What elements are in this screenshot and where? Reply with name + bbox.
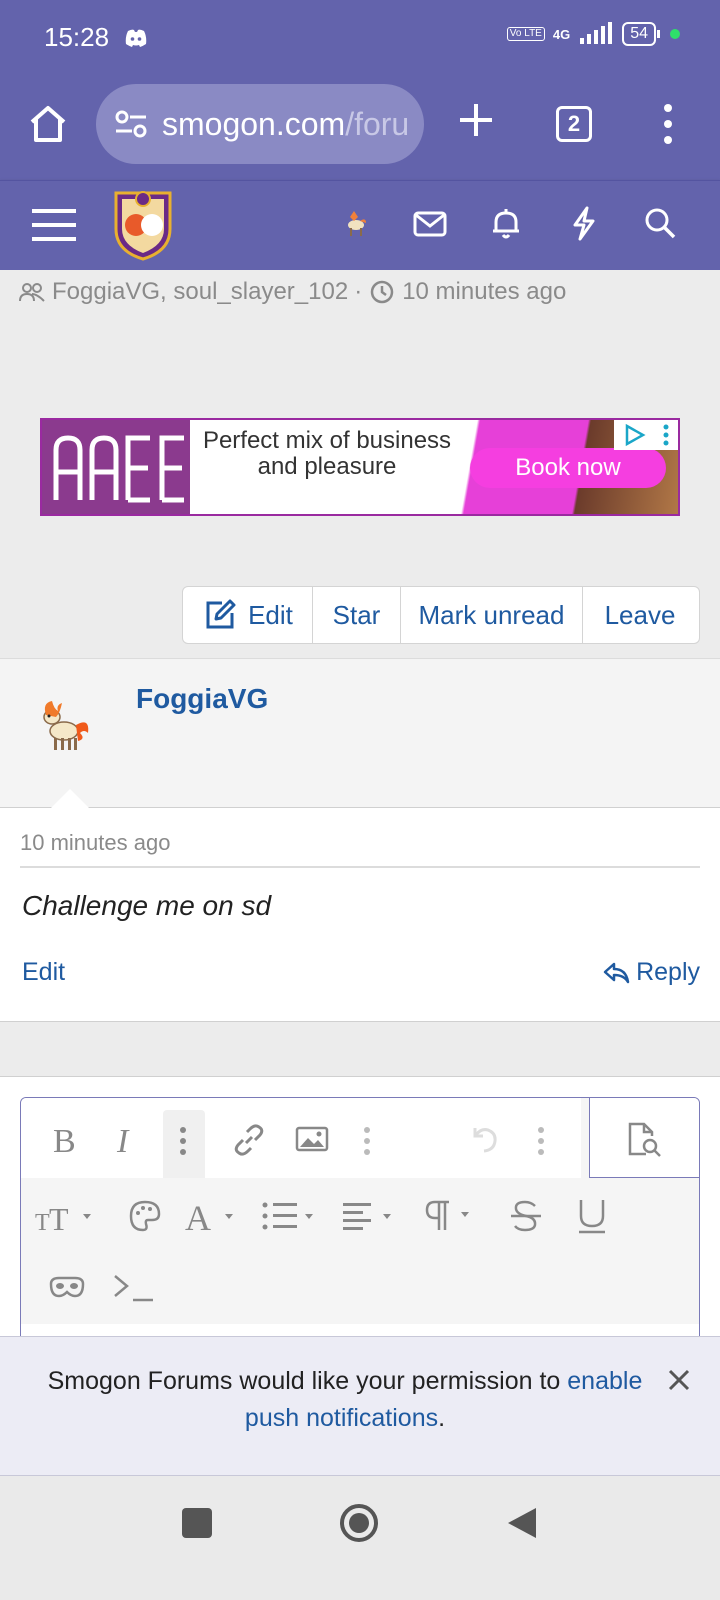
paragraph-icon[interactable] xyxy=(425,1198,479,1234)
bell-icon[interactable] xyxy=(486,203,526,243)
strikethrough-icon[interactable] xyxy=(509,1198,543,1234)
volte-icon: Vo LTE xyxy=(506,27,545,41)
kebab-menu-icon[interactable] xyxy=(660,102,676,146)
list-icon[interactable] xyxy=(261,1200,321,1232)
notice-suffix: . xyxy=(438,1404,446,1432)
code-terminal-icon[interactable] xyxy=(111,1270,155,1304)
url-text: smogon.com/foru xyxy=(162,105,410,142)
forum-header xyxy=(0,180,720,270)
post-divider xyxy=(20,866,700,868)
post-edit-link[interactable]: Edit xyxy=(22,958,65,987)
ad-stripes xyxy=(190,420,196,514)
underline-icon[interactable] xyxy=(577,1198,607,1234)
participants-list[interactable]: FoggiaVG, soul_slayer_102 xyxy=(52,278,348,306)
history-more-icon[interactable] xyxy=(533,1124,549,1158)
home-icon[interactable] xyxy=(26,102,70,146)
message-pointer xyxy=(50,789,90,809)
bold-icon[interactable]: B xyxy=(51,1122,81,1156)
home-button[interactable] xyxy=(338,1502,380,1544)
mark-unread-button[interactable]: Mark unread xyxy=(401,587,583,643)
clock-icon xyxy=(370,280,394,304)
mail-icon[interactable] xyxy=(410,203,450,243)
ad-book-now-button[interactable]: Book now xyxy=(470,448,666,488)
status-time: 15:28 xyxy=(44,22,110,52)
discord-icon xyxy=(125,29,147,47)
new-tab-icon[interactable] xyxy=(456,100,496,140)
notice-message: Smogon Forums would like your permission… xyxy=(30,1363,660,1437)
edit-pencil-icon xyxy=(206,599,236,629)
status-bar: 15:28 Vo LTE 4G 54 xyxy=(0,0,720,80)
tab-switcher-button[interactable]: 2 xyxy=(556,106,592,142)
network-type: 4G xyxy=(552,26,571,42)
smogon-logo-icon[interactable] xyxy=(110,185,176,261)
svg-text:T: T xyxy=(49,1201,69,1234)
participants-icon xyxy=(19,283,45,302)
undo-icon[interactable] xyxy=(467,1122,501,1156)
battery-indicator: 54 xyxy=(622,22,660,46)
svg-text:I: I xyxy=(116,1123,130,1156)
link-icon[interactable] xyxy=(231,1122,267,1158)
star-button[interactable]: Star xyxy=(313,587,401,643)
privacy-dot-icon xyxy=(670,29,680,39)
post-reply-link[interactable]: Reply xyxy=(602,958,700,987)
reply-label: Reply xyxy=(636,958,700,986)
align-icon[interactable] xyxy=(343,1200,401,1232)
svg-text:B: B xyxy=(53,1123,76,1156)
ad-menu-icon[interactable] xyxy=(661,423,671,447)
svg-text:A: A xyxy=(185,1198,211,1234)
back-button[interactable] xyxy=(504,1504,540,1542)
spoiler-mask-icon[interactable] xyxy=(47,1272,87,1302)
preview-icon xyxy=(628,1122,661,1157)
notice-text: Smogon Forums would like your permission… xyxy=(47,1367,568,1395)
recents-button[interactable] xyxy=(182,1508,212,1538)
system-navigation-bar xyxy=(0,1476,720,1600)
svg-text:T: T xyxy=(35,1210,50,1234)
font-family-icon[interactable]: A xyxy=(185,1198,243,1234)
color-palette-icon[interactable] xyxy=(127,1198,163,1234)
insert-more-icon[interactable] xyxy=(359,1124,375,1158)
push-notification-notice: Smogon Forums would like your permission… xyxy=(0,1336,720,1476)
ad-tagline: Perfect mix of business and pleasure xyxy=(202,427,452,480)
hamburger-menu-icon[interactable] xyxy=(32,205,76,245)
search-icon[interactable] xyxy=(640,203,680,243)
last-activity-time[interactable]: 10 minutes ago xyxy=(402,278,566,306)
site-settings-icon[interactable] xyxy=(114,109,148,139)
post-author[interactable]: FoggiaVG xyxy=(136,683,268,715)
avatar[interactable] xyxy=(34,695,94,757)
ad-choices-icon[interactable] xyxy=(621,423,647,447)
leave-button[interactable]: Leave xyxy=(583,587,697,643)
post-header: FoggiaVG xyxy=(0,658,720,809)
user-avatar-icon[interactable] xyxy=(334,203,374,243)
reply-icon xyxy=(603,962,630,983)
address-bar[interactable]: smogon.com/foru xyxy=(96,84,424,164)
close-icon[interactable] xyxy=(666,1367,692,1393)
thread-meta: FoggiaVG, soul_slayer_102 · 10 minutes a… xyxy=(18,278,566,306)
italic-icon[interactable]: I xyxy=(115,1122,143,1156)
browser-toolbar: smogon.com/foru 2 xyxy=(0,80,720,180)
thread-actions: Edit Star Mark unread Leave xyxy=(182,586,700,644)
advertisement-banner[interactable]: Perfect mix of business and pleasure Boo… xyxy=(40,418,680,516)
edit-button[interactable]: Edit xyxy=(183,587,313,643)
ad-brand-logo xyxy=(42,420,190,514)
post-message: Challenge me on sd xyxy=(22,890,272,921)
more-options-icon[interactable] xyxy=(175,1124,191,1158)
preview-button[interactable] xyxy=(589,1098,699,1178)
lightning-bolt-icon[interactable] xyxy=(564,203,604,243)
meta-separator: · xyxy=(354,278,363,305)
ad-choices[interactable] xyxy=(614,420,678,450)
image-icon[interactable] xyxy=(295,1124,329,1154)
post-timestamp[interactable]: 10 minutes ago xyxy=(20,830,170,856)
signal-icon xyxy=(580,22,613,44)
font-size-icon[interactable]: T T xyxy=(35,1200,97,1234)
edit-label: Edit xyxy=(248,599,293,630)
post-body: 10 minutes ago Challenge me on sd Edit R… xyxy=(0,808,720,1022)
editor-toolbar-primary: B I xyxy=(21,1098,581,1178)
